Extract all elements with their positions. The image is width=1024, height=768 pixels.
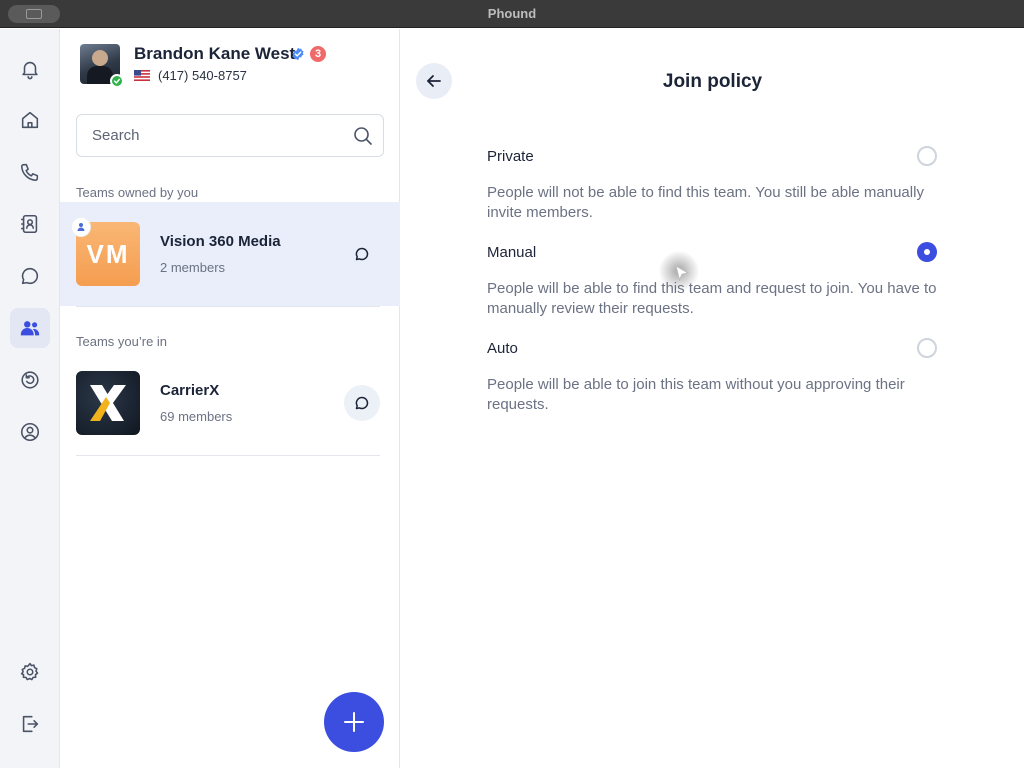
- nav-chats[interactable]: [10, 256, 50, 296]
- add-team-button[interactable]: [324, 692, 384, 752]
- settings-icon: [20, 662, 39, 681]
- home-icon: [21, 111, 39, 129]
- teams-list-panel: Brandon Kane West 3 (417) 540-8757 Teams…: [60, 29, 400, 768]
- search-box: [76, 114, 384, 157]
- divider: [76, 455, 380, 456]
- nav-logout[interactable]: [10, 704, 50, 744]
- verified-icon: [292, 47, 304, 61]
- nav-profile[interactable]: [10, 412, 50, 452]
- join-policy-panel: Join policy Private People will not be a…: [401, 29, 1024, 768]
- team-member-count: 2 members: [160, 260, 226, 275]
- bell-icon: [22, 61, 38, 80]
- team-avatar: [76, 371, 140, 435]
- phone-icon: [20, 163, 39, 182]
- radio-manual[interactable]: [917, 242, 937, 262]
- logout-icon: [22, 715, 39, 733]
- team-name: Vision 360 Media: [160, 233, 281, 250]
- page-title: Join policy: [662, 71, 763, 92]
- team-name: CarrierX: [160, 382, 220, 399]
- plus-icon: [344, 712, 364, 732]
- option-label-auto: Auto: [487, 340, 518, 357]
- online-status-icon: [110, 74, 124, 88]
- teams-icon: [20, 321, 40, 336]
- nav-notifications[interactable]: [10, 49, 50, 89]
- nav-rail: [0, 29, 60, 768]
- nav-sync[interactable]: [10, 360, 50, 400]
- team-chat-button[interactable]: [344, 385, 380, 421]
- team-member-count: 69 members: [160, 409, 233, 424]
- team-chat-button[interactable]: [344, 236, 380, 272]
- section-label-owned: Teams owned by you: [76, 185, 199, 200]
- chat-icon: [355, 396, 369, 410]
- search-icon[interactable]: [353, 126, 373, 146]
- us-flag-icon: [134, 70, 150, 81]
- sync-icon: [21, 371, 39, 389]
- profile-icon: [20, 422, 40, 442]
- chat-icon: [21, 267, 39, 285]
- nav-teams[interactable]: [10, 308, 50, 348]
- option-desc-manual: People will be able to find this team an…: [487, 280, 937, 317]
- title-bar: Phound: [0, 0, 1024, 28]
- option-label-private: Private: [487, 148, 534, 165]
- nav-contacts[interactable]: [10, 204, 50, 244]
- section-label-member: Teams you’re in: [76, 334, 168, 349]
- window-title: Phound: [487, 6, 537, 21]
- team-row-carrierx[interactable]: CarrierX 69 members: [60, 351, 400, 455]
- owner-icon: [72, 218, 90, 236]
- carrierx-logo-icon: [90, 385, 126, 421]
- profile-phone: (417) 540-8757: [158, 68, 247, 83]
- nav-settings[interactable]: [10, 652, 50, 692]
- option-desc-auto: People will be able to join this team wi…: [487, 376, 905, 413]
- radio-auto[interactable]: [917, 338, 937, 358]
- divider: [76, 306, 380, 307]
- profile-name: Brandon Kane West: [134, 44, 296, 63]
- search-input[interactable]: [92, 115, 342, 156]
- nav-calls[interactable]: [10, 152, 50, 192]
- team-row-vision-360-media[interactable]: VM Vision 360 Media 2 members: [60, 202, 400, 306]
- option-desc-private: People will not be able to find this tea…: [487, 184, 924, 221]
- cursor-icon: [675, 265, 689, 281]
- contacts-icon: [20, 214, 38, 234]
- option-label-manual: Manual: [487, 244, 537, 261]
- mouse-cursor: [659, 251, 699, 291]
- notification-badge: 3: [310, 46, 326, 62]
- radio-private[interactable]: [917, 146, 937, 166]
- nav-home[interactable]: [10, 100, 50, 140]
- chat-icon: [355, 247, 369, 261]
